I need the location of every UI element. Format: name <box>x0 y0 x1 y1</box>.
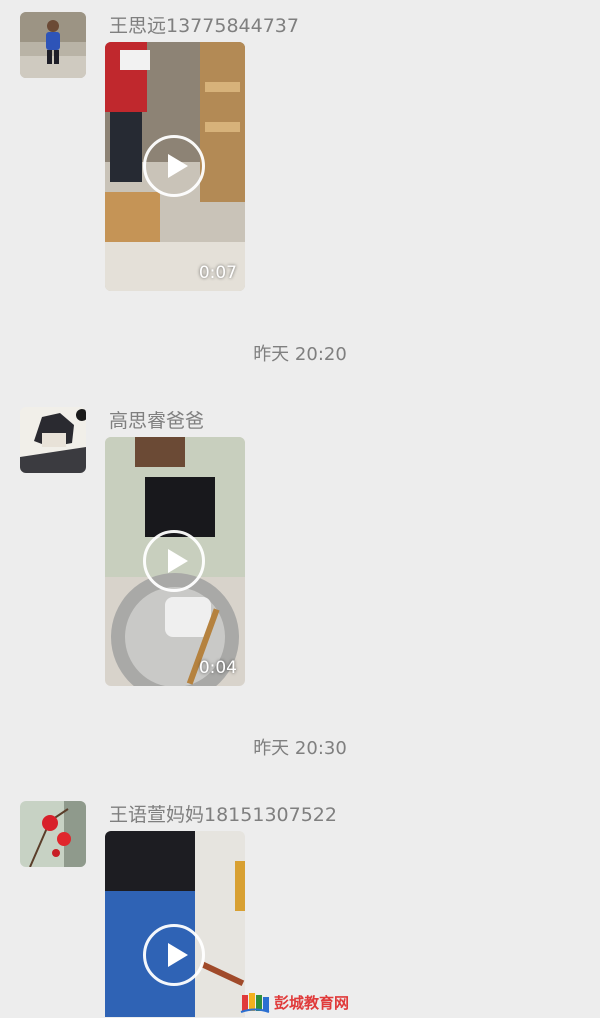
video-message[interactable]: 0:04 <box>105 437 245 686</box>
avatar[interactable] <box>20 801 86 867</box>
play-icon <box>168 943 188 967</box>
sender-name: 王思远13775844737 <box>109 15 299 37</box>
timestamp-separator: 昨天 20:20 <box>253 344 347 365</box>
avatar[interactable] <box>20 407 86 473</box>
play-icon <box>168 549 188 573</box>
timestamp-separator: 昨天 20:30 <box>253 738 347 759</box>
avatar[interactable] <box>20 12 86 78</box>
video-message[interactable] <box>105 831 245 1017</box>
anime-boy-avatar-image <box>20 407 86 473</box>
play-button[interactable] <box>143 530 205 592</box>
play-button[interactable] <box>143 135 205 197</box>
sender-name: 王语萱妈妈18151307522 <box>109 804 337 826</box>
red-flower-avatar-image <box>20 801 86 867</box>
video-duration: 0:07 <box>198 263 237 283</box>
site-watermark: 彭城教育网 <box>240 990 349 1016</box>
books-logo-icon <box>240 993 270 1013</box>
child-photo-avatar-image <box>20 12 86 78</box>
chat-history: 王思远13775844737 0:07 昨天 20:20 高思睿爸爸 0:04 … <box>0 0 600 1018</box>
video-duration: 0:04 <box>198 658 237 678</box>
play-button[interactable] <box>143 924 205 986</box>
play-icon <box>168 154 188 178</box>
video-message[interactable]: 0:07 <box>105 42 245 291</box>
sender-name: 高思睿爸爸 <box>109 410 205 432</box>
watermark-text: 彭城教育网 <box>274 994 350 1012</box>
